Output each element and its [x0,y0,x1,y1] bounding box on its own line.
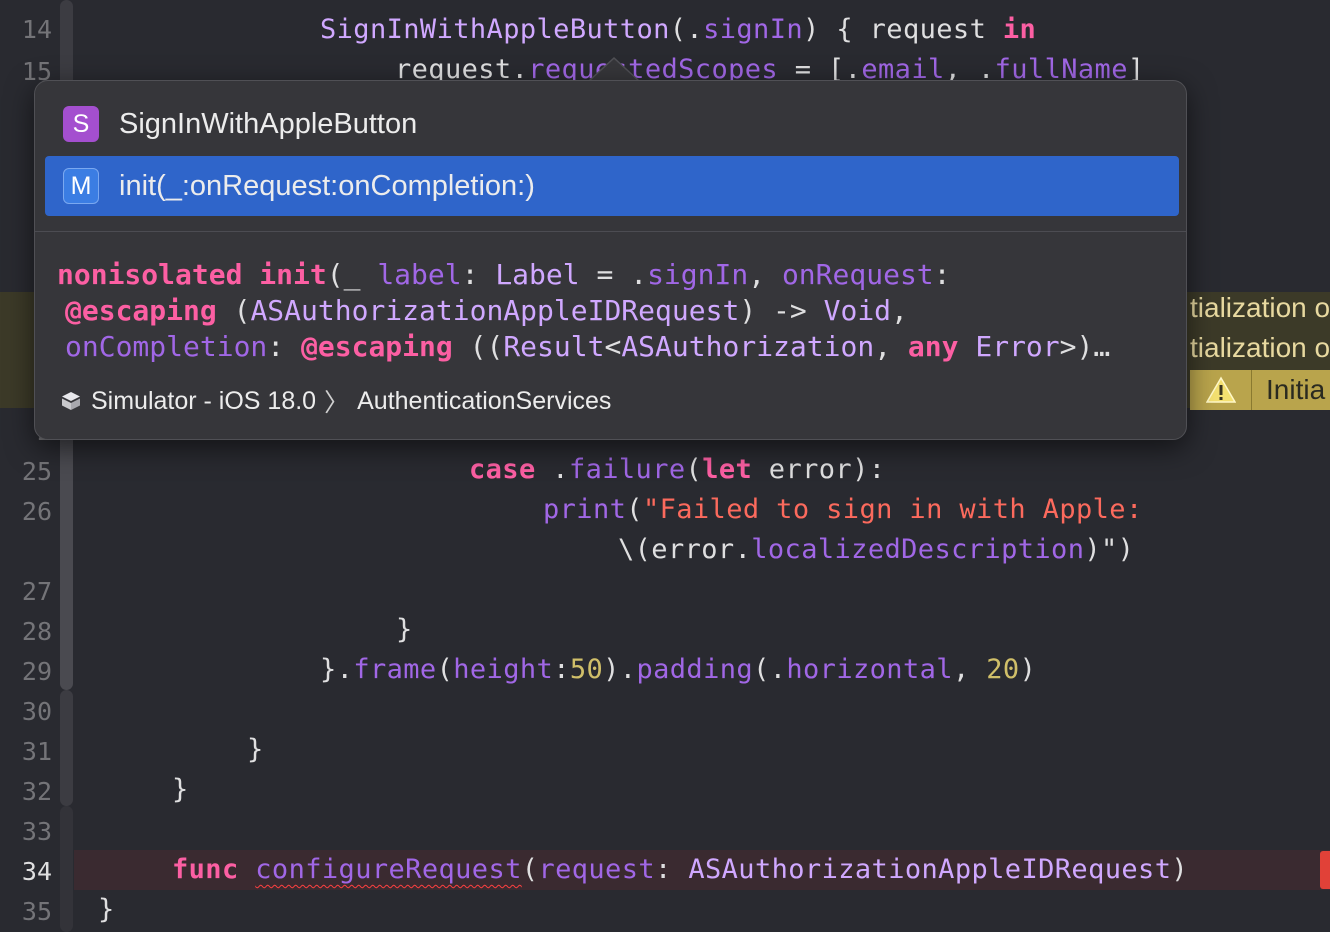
code-line-35: } [98,894,115,925]
framework-name: AuthenticationServices [357,386,612,415]
completion-item-struct[interactable]: S SignInWithAppleButton [45,94,1179,154]
code-completion-popover[interactable]: S SignInWithAppleButton M init(_:onReque… [34,80,1187,440]
code-line-25: case .failure(let error): [469,454,886,485]
popover-divider [35,231,1186,232]
code-line-26-wrapped: \(error.localizedDescription)") [618,534,1135,565]
code-line-34: func configureRequest(request: ASAuthori… [172,854,1189,885]
code-line-28: } [396,614,413,645]
error-squiggle: configureRequest [255,854,522,885]
completion-item-method-selected[interactable]: M init(_:onRequest:onCompletion:) [45,156,1179,216]
popover-arrow [590,59,638,81]
method-symbol-icon: M [63,168,99,204]
code-line-29: }.frame(height:50).padding(.horizontal, … [320,654,1037,685]
code-line-14: SignInWithAppleButton(.signIn) { request… [320,14,1037,45]
declaration-line-1: nonisolated init(_ label: Label = .signI… [57,258,951,291]
code-line-31: } [247,734,264,765]
completion-item-label: init(_:onRequest:onCompletion:) [119,169,535,202]
run-destination: Simulator - iOS 18.0 [91,386,317,415]
declaration-source-breadcrumb: Simulator - iOS 18.0 〉 AuthenticationSer… [59,381,611,421]
declaration-line-3: onCompletion: @escaping ((Result<ASAutho… [65,330,1111,363]
declaration-line-2: @escaping (ASAuthorizationAppleIDRequest… [65,294,908,327]
framework-box-icon [59,389,83,413]
code-line-32: } [172,774,189,805]
struct-symbol-icon: S [63,106,99,142]
completion-item-label: SignInWithAppleButton [119,107,418,140]
chevron-right-icon: 〉 [324,389,350,417]
code-line-26: print("Failed to sign in with Apple: [543,494,1143,525]
